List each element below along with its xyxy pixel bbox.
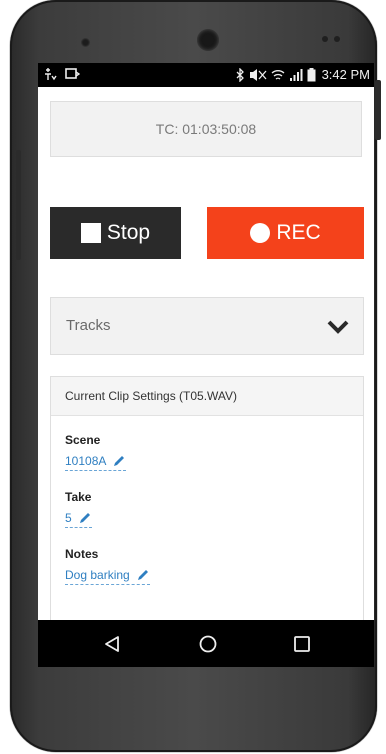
status-bar: 3:42 PM xyxy=(38,63,374,87)
take-field[interactable]: 5 xyxy=(65,511,92,528)
cast-icon xyxy=(65,68,80,79)
volume-button xyxy=(16,150,21,260)
stop-label: Stop xyxy=(106,221,151,244)
screen: 3:42 PM TC: 01:03:50:08 Stop REC Tracks xyxy=(38,63,374,667)
clip-settings-title: Current Clip Settings (T05.WAV) xyxy=(65,389,238,403)
scene-label: Scene xyxy=(65,433,101,447)
timecode-text: TC: 01:03:50:08 xyxy=(155,121,257,137)
pencil-icon xyxy=(114,456,125,466)
clock: 3:42 PM xyxy=(321,67,370,82)
bluetooth-icon xyxy=(236,67,244,82)
take-label: Take xyxy=(65,490,92,504)
pencil-icon xyxy=(137,570,148,580)
scene-field[interactable]: 10108A xyxy=(65,454,127,471)
signal-icon xyxy=(289,68,303,81)
stop-button[interactable]: Stop xyxy=(50,207,181,259)
mute-icon xyxy=(249,68,267,81)
record-icon xyxy=(250,223,271,243)
take-value: 5 xyxy=(65,511,72,525)
stop-icon xyxy=(80,223,101,243)
sensor-dots xyxy=(322,36,344,44)
front-camera xyxy=(197,29,219,51)
back-icon[interactable] xyxy=(103,635,121,653)
battery-icon xyxy=(307,67,316,81)
home-icon[interactable] xyxy=(198,634,218,654)
recents-icon[interactable] xyxy=(293,635,311,653)
power-button xyxy=(375,80,381,140)
clip-settings-header: Current Clip Settings (T05.WAV) xyxy=(51,377,363,416)
app-content: TC: 01:03:50:08 Stop REC Tracks Current … xyxy=(38,87,374,636)
clip-settings-panel: Current Clip Settings (T05.WAV) Scene 10… xyxy=(50,376,364,636)
record-label: REC xyxy=(276,221,321,244)
notes-field[interactable]: Dog barking xyxy=(65,568,150,585)
notification-icon xyxy=(45,68,57,81)
record-button[interactable]: REC xyxy=(207,207,364,259)
timecode-display: TC: 01:03:50:08 xyxy=(50,101,362,157)
chevron-down-icon xyxy=(327,320,349,334)
scene-value: 10108A xyxy=(65,454,107,468)
navigation-bar xyxy=(38,620,374,667)
pencil-icon xyxy=(79,513,90,523)
wifi-icon xyxy=(271,69,285,80)
tracks-dropdown[interactable]: Tracks xyxy=(50,297,364,355)
phone-frame: 3:42 PM TC: 01:03:50:08 Stop REC Tracks xyxy=(10,0,377,752)
notes-label: Notes xyxy=(65,547,99,561)
proximity-sensor xyxy=(81,38,90,47)
notes-value: Dog barking xyxy=(65,568,130,582)
tracks-label: Tracks xyxy=(66,317,111,334)
